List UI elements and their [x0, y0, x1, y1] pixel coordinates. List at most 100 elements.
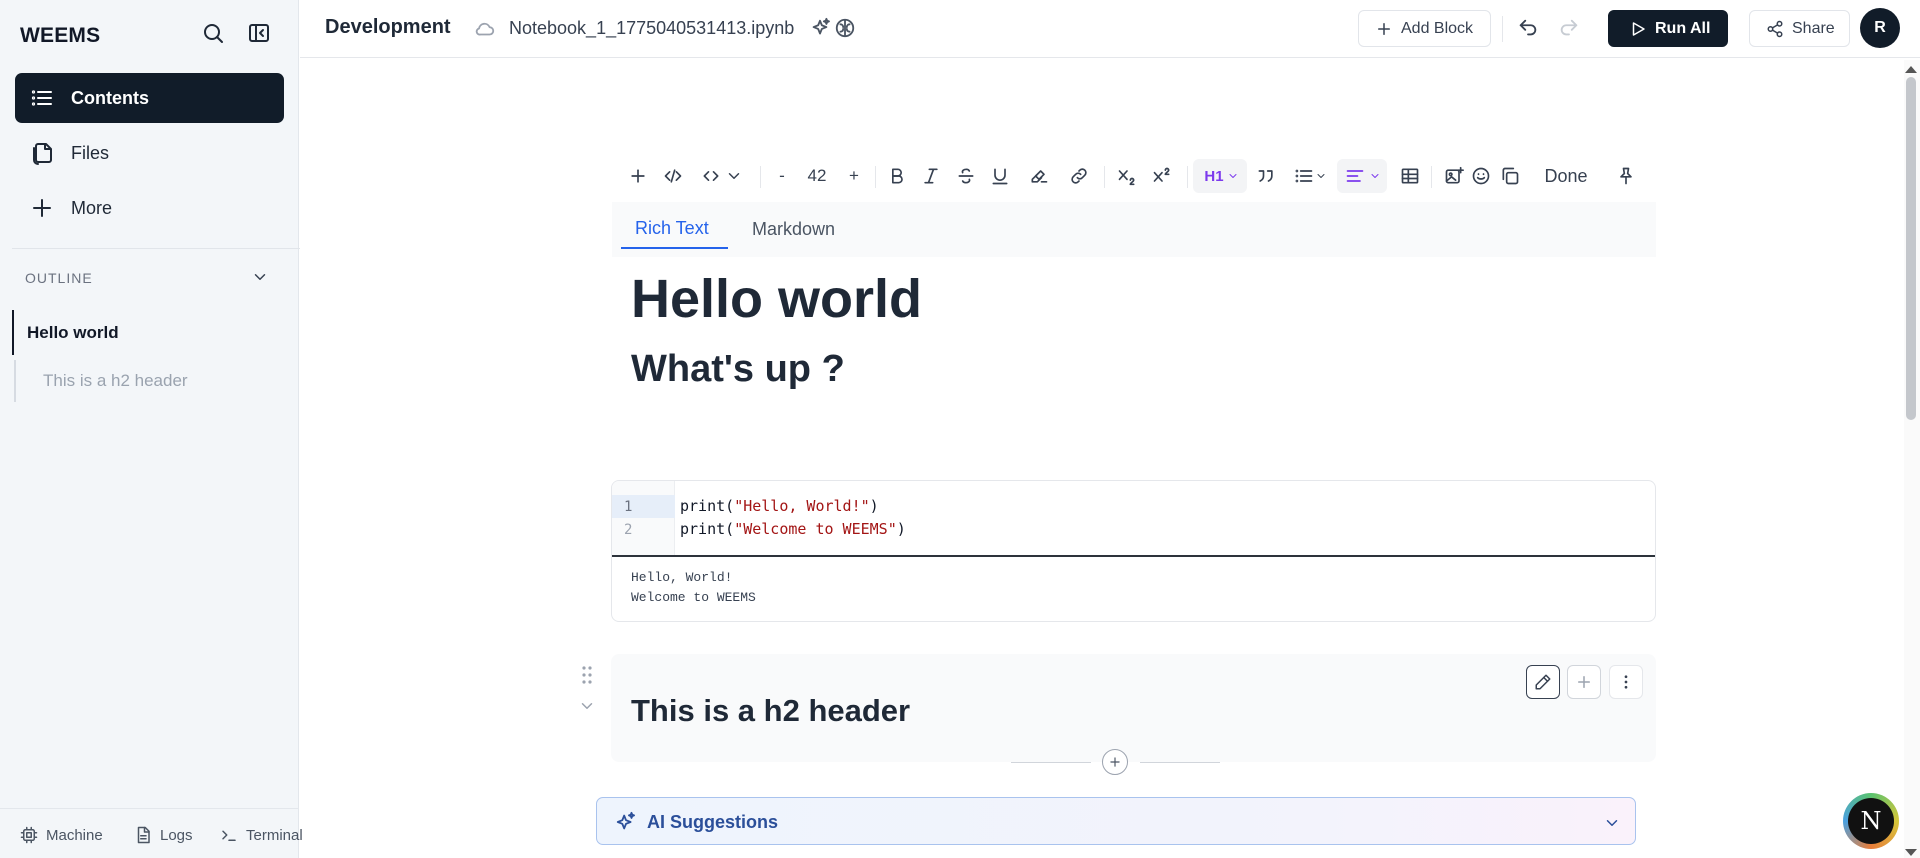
- italic-icon[interactable]: [919, 164, 943, 188]
- user-avatar[interactable]: R: [1860, 8, 1900, 48]
- code-block-icon[interactable]: [699, 164, 723, 188]
- cell-menu-button[interactable]: [1609, 665, 1643, 699]
- scroll-up-arrow[interactable]: [1905, 66, 1917, 73]
- chevron-down-icon: [1369, 164, 1381, 188]
- terminal-label: Terminal: [246, 826, 303, 844]
- scroll-down-arrow[interactable]: [1905, 849, 1917, 856]
- tab-markdown[interactable]: Markdown: [752, 219, 835, 240]
- heading-value: H1: [1204, 167, 1224, 185]
- edit-cell-button[interactable]: [1526, 665, 1560, 699]
- ai-suggestions-panel[interactable]: AI Suggestions: [596, 797, 1636, 845]
- drag-handle-icon[interactable]: [580, 665, 594, 685]
- add-block-label: Add Block: [1401, 19, 1474, 37]
- highlighter-icon[interactable]: [1027, 164, 1051, 188]
- pencil-icon: [1535, 674, 1551, 690]
- search-icon[interactable]: [201, 21, 225, 45]
- outline-item-hello-world[interactable]: Hello world: [12, 310, 212, 355]
- bullet-list-icon[interactable]: [1292, 164, 1316, 188]
- run-all-button[interactable]: Run All: [1608, 10, 1728, 47]
- code-line[interactable]: print("Welcome to WEEMS"): [680, 520, 906, 538]
- plus-icon: [1578, 676, 1590, 688]
- emoji-icon[interactable]: [1469, 164, 1493, 188]
- link-icon[interactable]: [1067, 164, 1091, 188]
- assistant-fab[interactable]: N: [1843, 793, 1899, 849]
- nav-files[interactable]: Files: [15, 128, 284, 178]
- redo-icon[interactable]: [1558, 17, 1580, 39]
- table-icon[interactable]: [1398, 164, 1422, 188]
- add-block-line: [1011, 762, 1091, 763]
- done-button[interactable]: Done: [1542, 164, 1590, 188]
- plus-icon: [30, 196, 54, 220]
- insert-plus-icon[interactable]: [626, 164, 650, 188]
- project-title: Development: [325, 16, 451, 38]
- scrollbar-thumb[interactable]: [1906, 77, 1916, 420]
- copy-icon[interactable]: [1498, 164, 1522, 188]
- plus-icon: [1110, 757, 1120, 767]
- terminal-button[interactable]: Terminal: [220, 826, 303, 844]
- logs-label: Logs: [160, 826, 193, 844]
- cloud-icon: [474, 18, 496, 40]
- chevron-down-icon[interactable]: [1315, 164, 1327, 188]
- output-divider: [612, 555, 1655, 557]
- image-icon[interactable]: [1442, 164, 1466, 188]
- play-icon: [1629, 20, 1647, 38]
- machine-button[interactable]: Machine: [20, 826, 103, 844]
- document-icon: [134, 826, 152, 844]
- outline-item-h2-header[interactable]: This is a h2 header: [14, 360, 234, 402]
- code-inline-icon[interactable]: [661, 164, 685, 188]
- chip-icon: [20, 826, 38, 844]
- font-size-increase[interactable]: +: [844, 164, 864, 188]
- subscript-icon[interactable]: [1115, 164, 1139, 188]
- code-token-string: "Hello, World!": [734, 497, 870, 515]
- code-cell[interactable]: 1 2 print("Hello, World!") print("Welcom…: [611, 480, 1656, 622]
- cell-heading-2[interactable]: This is a h2 header: [631, 693, 910, 729]
- pin-icon[interactable]: [1614, 164, 1638, 188]
- nav-files-label: Files: [71, 142, 110, 163]
- nav-contents[interactable]: Contents: [15, 73, 284, 123]
- bold-icon[interactable]: [885, 164, 909, 188]
- collapse-sidebar-icon[interactable]: [247, 21, 271, 45]
- code-token-end: ): [896, 520, 906, 538]
- sparkles-icon: [615, 811, 637, 833]
- quote-icon[interactable]: [1254, 164, 1278, 188]
- nav-more[interactable]: More: [15, 183, 284, 233]
- chevron-down-icon[interactable]: [725, 164, 743, 188]
- undo-icon[interactable]: [1517, 17, 1539, 39]
- chevron-down-icon[interactable]: [251, 268, 269, 286]
- line-number: 2: [624, 521, 633, 538]
- terminal-icon: [220, 826, 238, 844]
- sparkles-icon[interactable]: [809, 17, 831, 39]
- heading-2[interactable]: What's up ?: [631, 348, 845, 391]
- underline-icon[interactable]: [988, 164, 1012, 188]
- toolbar-divider: [1431, 166, 1432, 188]
- strikethrough-icon[interactable]: [954, 164, 978, 188]
- toolbar-divider: [1187, 166, 1188, 188]
- line-number: 1: [612, 495, 675, 518]
- add-cell-button[interactable]: [1567, 665, 1601, 699]
- logs-button[interactable]: Logs: [134, 826, 193, 844]
- output-line: Hello, World!: [631, 570, 733, 585]
- add-block-button[interactable]: Add Block: [1358, 10, 1491, 47]
- toolbar-divider: [760, 166, 761, 188]
- superscript-icon[interactable]: [1150, 164, 1174, 188]
- chevron-down-icon[interactable]: [1603, 814, 1621, 832]
- machine-label: Machine: [46, 826, 103, 844]
- run-all-label: Run All: [1655, 19, 1711, 37]
- code-line[interactable]: print("Hello, World!"): [680, 497, 879, 515]
- app-brand: WEEMS: [20, 24, 101, 47]
- brain-icon[interactable]: [834, 17, 856, 39]
- more-vertical-icon: [1624, 675, 1628, 689]
- sidebar-divider: [12, 248, 300, 249]
- collapse-cell-icon[interactable]: [578, 697, 596, 713]
- notebook-filename[interactable]: Notebook_1_1775040531413.ipynb: [509, 18, 794, 39]
- share-label: Share: [1792, 19, 1835, 37]
- code-token-fn: print(: [680, 497, 735, 515]
- assistant-logo: N: [1848, 798, 1894, 844]
- font-size-value[interactable]: 42: [802, 164, 832, 188]
- share-button[interactable]: Share: [1749, 10, 1850, 47]
- tab-rich-text[interactable]: Rich Text: [635, 218, 709, 239]
- font-size-decrease[interactable]: -: [772, 164, 792, 188]
- insert-block-button[interactable]: [1102, 749, 1128, 775]
- line-number-gutter: 1 2: [612, 481, 675, 556]
- heading-1[interactable]: Hello world: [631, 268, 922, 330]
